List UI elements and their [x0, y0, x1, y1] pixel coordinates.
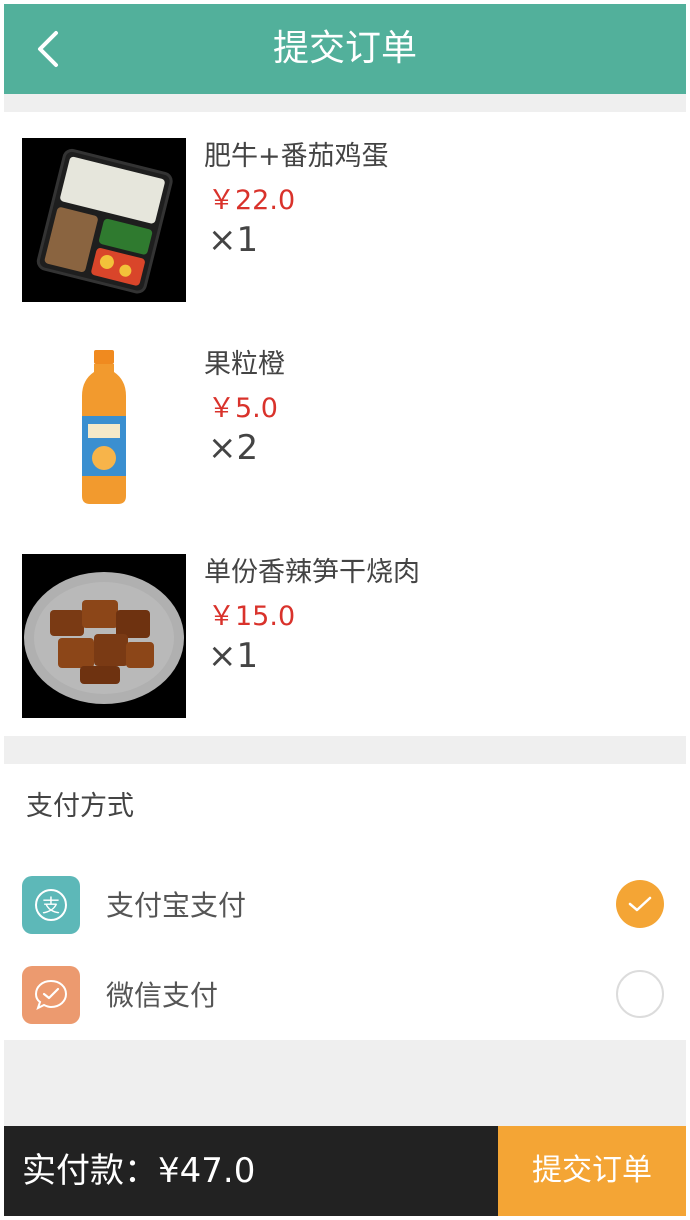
item-quantity: ×1 — [208, 220, 259, 260]
bento-box-image — [22, 138, 186, 302]
alipay-icon: 支 — [22, 876, 80, 934]
item-quantity: ×2 — [208, 428, 259, 468]
item-price: ￥15.0 — [208, 601, 296, 632]
order-item: 果粒橙 ￥5.0 ×2 — [4, 320, 686, 528]
radio-unchecked[interactable] — [616, 970, 664, 1018]
header-bar: 提交订单 — [4, 4, 686, 94]
payment-option-label: 支付宝支付 — [106, 889, 247, 922]
radio-checked[interactable] — [616, 880, 664, 928]
item-name: 肥牛+番茄鸡蛋 — [204, 141, 389, 172]
back-button[interactable] — [22, 22, 76, 76]
payment-option-label: 微信支付 — [106, 979, 219, 1012]
checkmark-icon — [628, 896, 652, 912]
braised-pork-bowl-image — [22, 554, 186, 718]
svg-text:支: 支 — [42, 896, 60, 917]
checkout-bar: 实付款：¥47.0 提交订单 — [4, 1126, 686, 1216]
item-price: ￥22.0 — [208, 185, 296, 216]
item-price: ￥5.0 — [208, 393, 278, 424]
chevron-left-icon — [38, 31, 58, 67]
wechat-icon — [22, 966, 80, 1024]
submit-order-button[interactable]: 提交订单 — [498, 1126, 686, 1216]
item-quantity: ×1 — [208, 636, 259, 676]
payment-section-title: 支付方式 — [26, 791, 134, 822]
order-item: 肥牛+番茄鸡蛋 ￥22.0 ×1 — [4, 112, 686, 320]
total-amount: 实付款：¥47.0 — [22, 1151, 256, 1191]
item-name: 单份香辣笋干烧肉 — [204, 557, 420, 588]
app-frame: 提交订单 肥牛+番茄鸡蛋 ￥22.0 ×1 果粒橙 ￥5.0 ×2 单份香辣笋干… — [4, 4, 686, 1216]
payment-option-wechat[interactable]: 微信支付 — [4, 952, 686, 1040]
order-item: 单份香辣笋干烧肉 ￥15.0 ×1 — [4, 528, 686, 736]
order-item-list: 肥牛+番茄鸡蛋 ￥22.0 ×1 果粒橙 ￥5.0 ×2 单份香辣笋干烧肉 ￥1… — [4, 112, 686, 736]
payment-option-alipay[interactable]: 支 支付宝支付 — [4, 862, 686, 950]
payment-section: 支付方式 支 支付宝支付 微信支付 — [4, 764, 686, 1040]
item-name: 果粒橙 — [204, 349, 285, 380]
orange-juice-bottle-image — [22, 346, 186, 510]
page-title: 提交订单 — [272, 28, 417, 69]
